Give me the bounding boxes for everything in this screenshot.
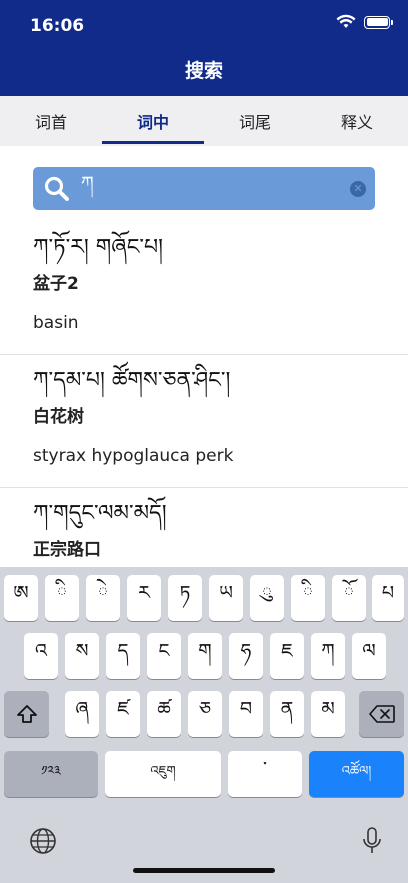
key[interactable]: ར — [127, 575, 161, 621]
backspace-icon — [368, 705, 395, 723]
key[interactable]: ོ — [332, 575, 366, 621]
key[interactable]: ད — [106, 633, 140, 679]
app-header: 16:06 搜索 — [0, 0, 408, 96]
list-item[interactable]: ཀ་གདུང་ལམ་མདོ། 正宗路口 — [0, 488, 408, 567]
tab-word-start[interactable]: 词首 — [0, 96, 102, 146]
key[interactable]: ཚ — [147, 691, 181, 737]
key[interactable]: ཛ — [106, 691, 140, 737]
entry-chinese: 正宗路口 — [33, 540, 101, 560]
search-bar: ✕ — [33, 167, 375, 210]
list-item[interactable]: ཀ་དམ་པ། ཚོགས་ཅན་ཤིང་། 白花树 styrax hypogla… — [0, 355, 408, 488]
key[interactable]: ག — [188, 633, 222, 679]
tsheg-key[interactable]: ་ — [228, 751, 302, 797]
key[interactable]: ཀ — [311, 633, 345, 679]
key[interactable]: ས — [65, 633, 99, 679]
shift-key[interactable] — [4, 691, 49, 737]
numbers-key[interactable]: ༡༢༣ — [4, 751, 98, 797]
results-list: ཀ་ཏོ་ར། གཞོང་པ། 盆子2 basin ཀ་དམ་པ། ཚོགས་ཅ… — [0, 222, 408, 567]
tab-word-middle[interactable]: 词中 — [102, 96, 204, 146]
key[interactable]: ཞ — [65, 691, 99, 737]
key[interactable]: ེ — [86, 575, 120, 621]
wifi-icon — [336, 14, 356, 28]
key[interactable]: ཅ — [188, 691, 222, 737]
clear-icon[interactable]: ✕ — [350, 181, 366, 197]
key[interactable]: འ — [24, 633, 58, 679]
key[interactable]: ཇ — [270, 633, 304, 679]
status-icons — [336, 14, 393, 30]
entry-tibetan: ཀ་དམ་པ། ཚོགས་ཅན་ཤིང་། — [33, 368, 231, 393]
page-title: 搜索 — [184, 60, 223, 82]
tab-bar: 词首 词中 词尾 释义 — [0, 96, 408, 146]
key[interactable]: ི — [291, 575, 325, 621]
key[interactable]: ལ — [352, 633, 386, 679]
key[interactable]: ཡ — [209, 575, 243, 621]
home-indicator[interactable] — [133, 868, 275, 873]
globe-icon[interactable] — [28, 826, 58, 856]
entry-english: basin — [33, 313, 79, 333]
shift-icon — [16, 705, 37, 723]
key[interactable]: ུ — [250, 575, 284, 621]
microphone-icon[interactable] — [357, 826, 387, 856]
key[interactable]: ཧ — [229, 633, 263, 679]
entry-chinese: 白花树 — [33, 407, 84, 427]
status-time: 16:06 — [30, 16, 85, 36]
key[interactable]: མ — [311, 691, 345, 737]
entry-english: styrax hypoglauca perk — [33, 446, 234, 466]
keyboard: ཨ ི ེ ར ཏ ཡ ུ ི ོ པ འ ས ད ང ག ཧ ཇ ཀ ལ ཞ … — [0, 567, 408, 883]
key[interactable]: བ — [229, 691, 263, 737]
key[interactable]: ི — [45, 575, 79, 621]
key[interactable]: ཨ — [4, 575, 38, 621]
key[interactable]: ང — [147, 633, 181, 679]
key[interactable]: ཏ — [168, 575, 202, 621]
tab-word-end[interactable]: 词尾 — [204, 96, 306, 146]
space-key[interactable]: འཇུག — [105, 751, 221, 797]
entry-tibetan: ཀ་ཏོ་ར། གཞོང་པ། — [33, 235, 163, 260]
search-input[interactable] — [81, 175, 341, 203]
key[interactable]: ན — [270, 691, 304, 737]
list-item[interactable]: ཀ་ཏོ་ར། གཞོང་པ། 盆子2 basin — [0, 222, 408, 355]
entry-chinese: 盆子2 — [33, 274, 79, 294]
tab-definition[interactable]: 释义 — [306, 96, 408, 146]
key[interactable]: པ — [372, 575, 404, 621]
backspace-key[interactable] — [359, 691, 404, 737]
battery-icon — [364, 15, 393, 29]
entry-tibetan: ཀ་གདུང་ལམ་མདོ། — [33, 501, 167, 526]
search-return-key[interactable]: འཚོལ། — [309, 751, 404, 797]
search-icon — [44, 176, 69, 201]
